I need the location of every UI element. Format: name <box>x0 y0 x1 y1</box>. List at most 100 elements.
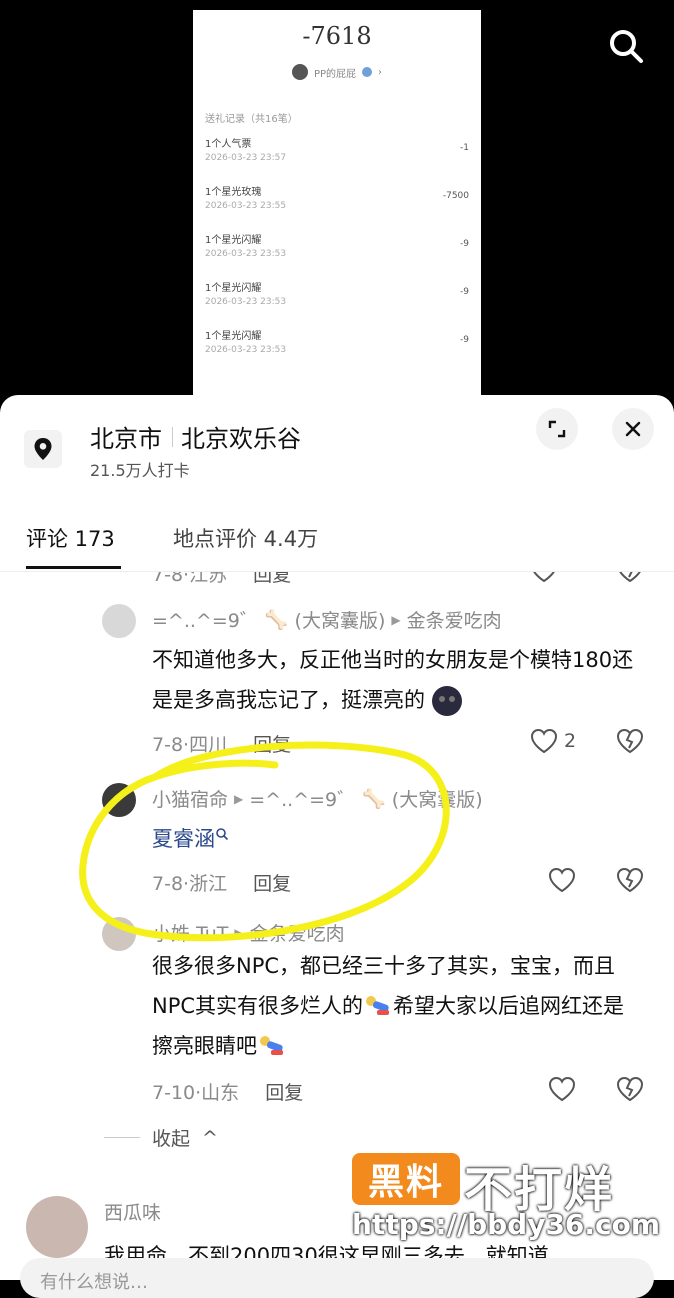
comment-region: 山东 <box>201 1082 240 1104</box>
checkin-count: 21.5万人打卡 <box>90 461 190 480</box>
gift-record-row: 1个人气票 2026-03-23 23:57 -1 <box>205 125 469 173</box>
like-button[interactable] <box>548 1076 576 1102</box>
comment-meta: 7-8·江苏 回复 <box>152 572 291 587</box>
comment-meta: 7-8·浙江 回复 <box>152 873 292 895</box>
dislike-button[interactable] <box>616 572 644 587</box>
falling-person-emoji-icon <box>366 996 390 1015</box>
comment-username[interactable]: =^..^=9゛ <box>152 606 259 633</box>
gift-value: -9 <box>460 335 469 345</box>
expand-button[interactable] <box>536 408 578 450</box>
reply-arrow-icon: ▶ <box>391 612 401 627</box>
gift-time: 2026-03-23 23:53 <box>205 297 287 307</box>
gift-time: 2026-03-23 23:55 <box>205 201 287 211</box>
gift-record-row: 1个星光闪耀 2026-03-23 23:53 -9 <box>205 317 469 365</box>
gift-name: 1个人气票 <box>205 139 252 150</box>
gift-time: 2026-03-23 23:53 <box>205 345 287 355</box>
comment-username[interactable]: 西瓜味 <box>104 1198 161 1225</box>
expand-icon <box>548 420 566 438</box>
gift-value: -9 <box>460 239 469 249</box>
comment-header: 小猫宿命 ▶ =^..^=9゛ 🦴 (大窝囊版) <box>152 785 483 812</box>
avatar[interactable] <box>102 604 136 638</box>
close-button[interactable] <box>612 408 654 450</box>
like-button[interactable] <box>548 867 576 893</box>
comment-header: 小姝 TuT ▶ 金条爱吃肉 <box>152 919 345 946</box>
gift-record-row: 1个星光闪耀 2026-03-23 23:53 -9 <box>205 269 469 317</box>
comment-date: 7-10 <box>152 1082 196 1104</box>
comment-date: 7-8 <box>152 734 184 756</box>
gift-records-header: 送礼记录（共16笔） <box>205 114 298 125</box>
comment-region: 江苏 <box>189 572 228 586</box>
like-button[interactable] <box>530 572 558 583</box>
reply-button[interactable]: 回复 <box>253 572 291 586</box>
gift-time: 2026-03-23 23:53 <box>205 249 287 259</box>
gift-user: PP的屁屁 › <box>193 64 481 80</box>
reply-button[interactable]: 回复 <box>253 734 291 756</box>
dislike-button[interactable] <box>616 867 644 897</box>
like-button[interactable]: 2 <box>530 728 576 754</box>
dislike-button[interactable] <box>616 728 644 758</box>
reply-to-username[interactable]: 金条爱吃肉 <box>407 606 502 633</box>
moon-emoji-icon <box>431 686 462 716</box>
gift-user-name: PP的屁屁 <box>313 68 357 80</box>
heart-icon <box>548 867 576 893</box>
tab-place-reviews[interactable]: 地点评价 4.4万 <box>173 523 318 553</box>
location-pin-icon <box>24 430 62 468</box>
comment-text-content: 不知道他多大，反正他当时的女朋友是个模特180还是是多高我忘记了，挺漂亮的 <box>152 648 634 712</box>
location-place: 北京欢乐谷 <box>181 425 301 453</box>
gift-user-avatar <box>291 64 308 80</box>
comment-meta: 7-10·山东 回复 <box>152 1082 304 1104</box>
comment-region: 四川 <box>189 734 228 756</box>
comment-text: 夏睿涵 <box>152 819 642 859</box>
broken-heart-icon <box>616 867 644 893</box>
reply-to-username[interactable]: 金条爱吃肉 <box>250 919 345 946</box>
location-comment-sheet: 北京市 北京欢乐谷 21.5万人打卡 评论 173 地点评价 4.4万 7-8·… <box>0 395 674 1280</box>
gift-value: -9 <box>460 287 469 297</box>
gift-name: 1个星光闪耀 <box>205 331 262 342</box>
reply-to-username[interactable]: =^..^=9゛ <box>249 785 356 812</box>
comment-input[interactable]: 有什么想说… <box>20 1258 654 1298</box>
user-tag: (大窝囊版) <box>391 789 483 811</box>
tab-comments[interactable]: 评论 173 <box>26 523 115 553</box>
chevron-right-icon: › <box>378 66 383 78</box>
gift-amount: -7618 <box>302 22 372 50</box>
gift-name: 1个星光玫瑰 <box>205 187 262 198</box>
dislike-button[interactable] <box>616 1076 644 1106</box>
gift-record-row: 1个星光闪耀 2026-03-23 23:53 -9 <box>205 221 469 269</box>
chevron-up-icon: ^ <box>202 1126 218 1149</box>
gift-value: -1 <box>460 143 469 153</box>
reply-button[interactable]: 回复 <box>253 873 291 895</box>
divider <box>104 1137 140 1138</box>
heart-icon <box>548 1076 576 1102</box>
collapse-replies-button[interactable]: 收起 ^ <box>104 1124 218 1151</box>
avatar[interactable] <box>102 783 136 817</box>
heart-icon <box>530 728 558 754</box>
comment-date: 7-8 <box>152 572 184 586</box>
collapse-label: 收起 <box>152 1128 191 1150</box>
comment-text: 不知道他多大，反正他当时的女朋友是个模特180还是是多高我忘记了，挺漂亮的 <box>152 640 642 720</box>
user-tag: (大窝囊版) <box>294 610 386 632</box>
comment-list: 7-8·江苏 回复 =^..^=9゛ 🦴 (大窝囊版) ▶ 金条爱吃肉 不知道他多… <box>0 572 674 1280</box>
broken-heart-icon <box>616 1076 644 1102</box>
divider <box>172 426 173 447</box>
broken-heart-icon <box>619 572 641 583</box>
comment-text: 很多很多NPC，都已经三十多了其实，宝宝，而且NPC其实有很多烂人的 希望大家以后… <box>152 946 642 1066</box>
search-link[interactable]: 夏睿涵 <box>152 827 215 851</box>
search-icon[interactable] <box>606 26 646 66</box>
comment-meta: 7-8·四川 回复 <box>152 734 292 756</box>
gift-record-image: -7618 PP的屁屁 › 送礼记录（共16笔） 1个人气票 2026-03-2… <box>193 10 481 410</box>
reply-arrow-icon: ▶ <box>234 791 244 806</box>
avatar[interactable] <box>102 917 136 951</box>
location-city: 北京市 <box>90 425 162 453</box>
avatar[interactable] <box>26 1196 88 1258</box>
reply-arrow-icon: ▶ <box>234 925 244 940</box>
comment-username[interactable]: 小猫宿命 <box>152 785 228 812</box>
comment-username[interactable]: 小姝 TuT <box>152 919 228 946</box>
comment-date: 7-8 <box>152 873 184 895</box>
location-title[interactable]: 北京市 北京欢乐谷 <box>90 419 301 454</box>
tab-bar: 评论 173 地点评价 4.4万 <box>0 513 674 572</box>
gift-value: -7500 <box>442 191 469 201</box>
gift-name: 1个星光闪耀 <box>205 283 262 294</box>
reply-button[interactable]: 回复 <box>265 1082 303 1104</box>
gift-record-row: 1个星光玫瑰 2026-03-23 23:55 -7500 <box>205 173 469 221</box>
tab-active-indicator <box>26 566 121 569</box>
